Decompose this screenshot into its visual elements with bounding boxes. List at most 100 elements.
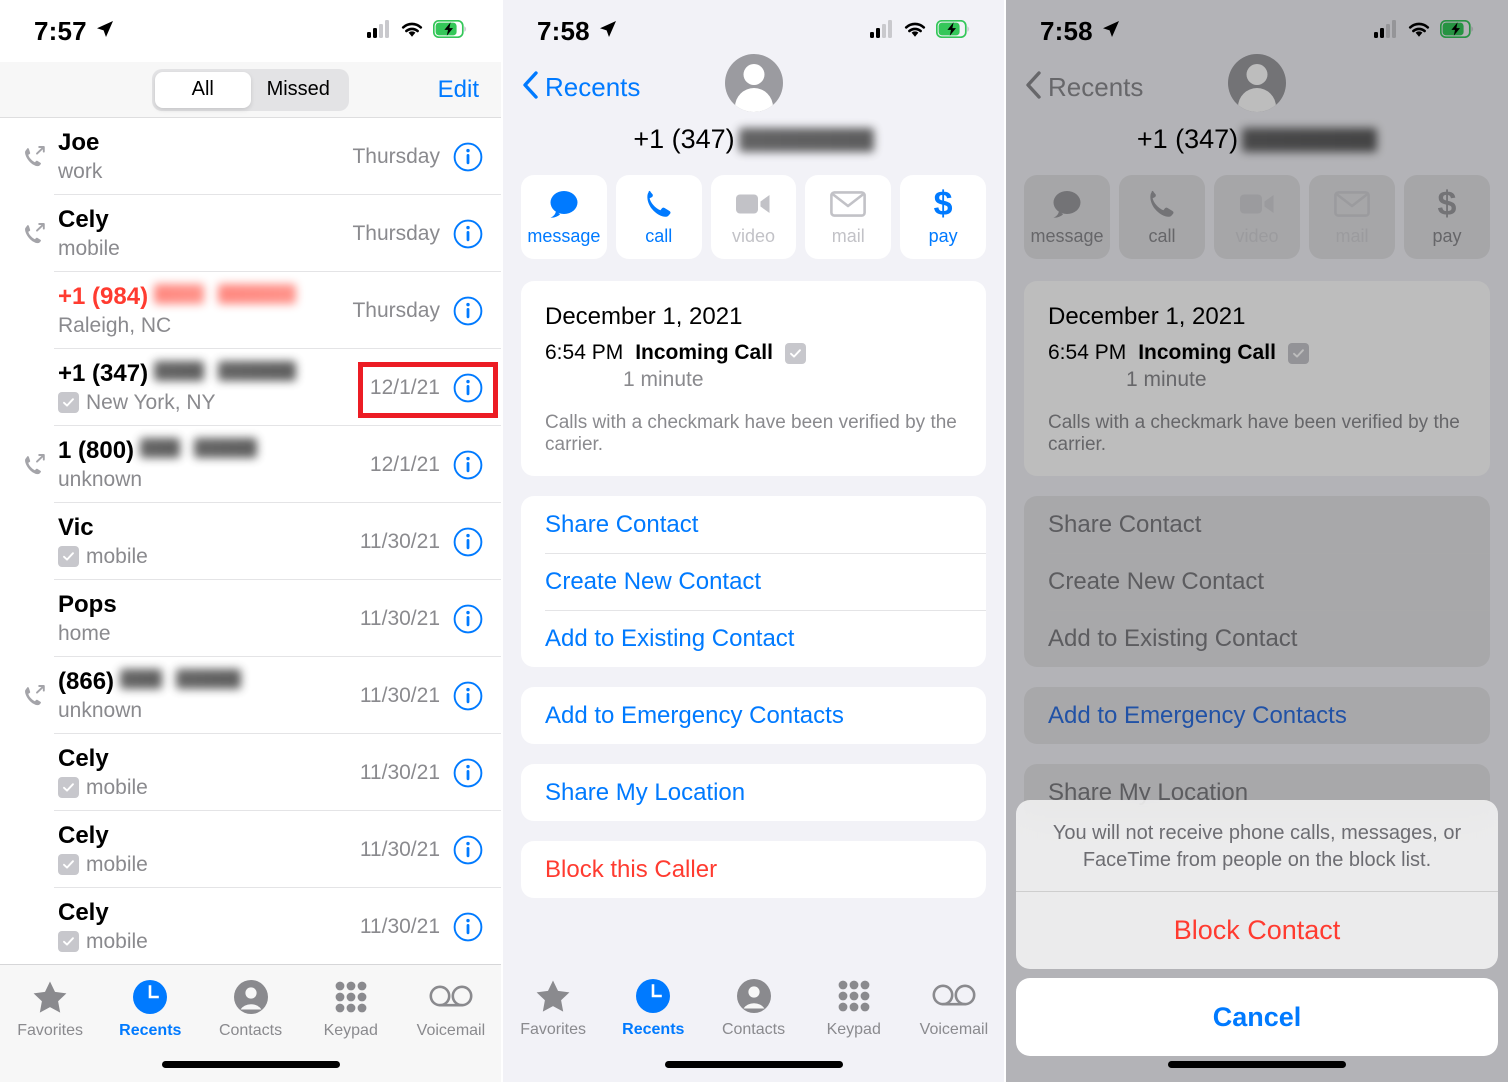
quick-action-pay[interactable]: $ pay bbox=[900, 175, 986, 259]
call-row-right: Thursday bbox=[352, 142, 483, 172]
call-row-main: Joe work bbox=[54, 129, 352, 185]
info-icon[interactable] bbox=[453, 142, 483, 172]
call-date: 11/30/21 bbox=[359, 683, 440, 707]
call-row-main: Cely mobile bbox=[54, 822, 360, 878]
info-icon[interactable] bbox=[453, 912, 483, 942]
quick-action-message[interactable]: message bbox=[521, 175, 607, 259]
tab-label: Keypad bbox=[323, 1022, 378, 1039]
action-group: Add to Emergency Contacts bbox=[521, 687, 986, 744]
tab-contacts[interactable]: Contacts bbox=[200, 978, 300, 1040]
call-list-row[interactable]: Joe work Thursday bbox=[0, 118, 501, 195]
action-row-create-new-contact[interactable]: Create New Contact bbox=[521, 553, 986, 610]
battery-charging-icon bbox=[935, 19, 970, 43]
tab-contacts[interactable]: Contacts bbox=[703, 977, 803, 1039]
nav-bar: Recents bbox=[521, 54, 986, 116]
action-group: Share My Location bbox=[521, 764, 986, 821]
tab-recents[interactable]: Recents bbox=[603, 977, 703, 1039]
caller-subtitle: unknown bbox=[58, 467, 370, 492]
home-indicator bbox=[664, 1061, 843, 1068]
info-icon[interactable] bbox=[453, 450, 483, 480]
edit-button[interactable]: Edit bbox=[438, 76, 479, 104]
tab-keypad[interactable]: Keypad bbox=[804, 977, 904, 1039]
person-circle-icon bbox=[736, 977, 772, 1015]
call-row-right: 11/30/21 bbox=[360, 758, 483, 788]
tab-recents[interactable]: Recents bbox=[100, 978, 200, 1040]
call-list-row[interactable]: Vic mobile 11/30/21 bbox=[0, 503, 501, 580]
tab-voicemail[interactable]: Voicemail bbox=[904, 977, 1004, 1039]
tab-favorites[interactable]: Favorites bbox=[503, 977, 603, 1039]
tab-voicemail[interactable]: Voicemail bbox=[401, 978, 501, 1040]
info-icon[interactable] bbox=[453, 527, 483, 557]
location-arrow-icon bbox=[95, 19, 115, 44]
action-row-add-to-emergency-contacts[interactable]: Add to Emergency Contacts bbox=[521, 687, 986, 744]
segment-all[interactable]: All bbox=[155, 71, 251, 108]
quick-action-video[interactable]: video bbox=[710, 175, 797, 259]
call-list-row[interactable]: Cely mobile Thursday bbox=[0, 195, 501, 272]
caller-name-text: Vic bbox=[58, 513, 94, 541]
caller-subtitle: New York, NY bbox=[58, 390, 370, 415]
verified-checkmark-icon bbox=[58, 546, 79, 568]
back-to-recents-button[interactable]: Recents bbox=[521, 70, 640, 105]
info-icon[interactable] bbox=[453, 758, 483, 788]
call-list-row[interactable]: Cely mobile 11/30/21 bbox=[0, 811, 501, 888]
info-icon[interactable] bbox=[453, 681, 483, 711]
quick-actions-row: message call video mail $ pay bbox=[521, 175, 986, 259]
segment-missed[interactable]: Missed bbox=[251, 72, 347, 108]
action-group: Block this Caller bbox=[521, 841, 986, 898]
block-contact-button[interactable]: Block Contact bbox=[1016, 891, 1498, 969]
action-row-block-this-caller[interactable]: Block this Caller bbox=[521, 841, 986, 898]
tab-label: Favorites bbox=[17, 1022, 83, 1039]
call-row-main: +1 (984) Raleigh, NC bbox=[54, 283, 352, 339]
tab-favorites[interactable]: Favorites bbox=[0, 978, 100, 1040]
call-list-row[interactable]: Cely mobile 11/30/21 bbox=[0, 734, 501, 811]
action-row-share-my-location[interactable]: Share My Location bbox=[521, 764, 986, 821]
quick-action-call[interactable]: call bbox=[615, 175, 702, 259]
status-bar-right bbox=[870, 19, 970, 43]
call-list-row[interactable]: Cely mobile 11/30/21 bbox=[0, 888, 501, 965]
quick-action-mail[interactable]: mail bbox=[805, 175, 892, 259]
contact-action-groups: Share Contact Create New Contact Add to Ex… bbox=[521, 496, 986, 898]
tab-label: Voicemail bbox=[919, 1021, 989, 1038]
caller-subtitle-text: unknown bbox=[58, 699, 143, 723]
redacted-number-part bbox=[154, 283, 205, 304]
info-icon[interactable] bbox=[453, 373, 483, 403]
video-camera-icon bbox=[735, 188, 771, 220]
quick-action-label: message bbox=[527, 225, 601, 246]
tab-label: Contacts bbox=[218, 1022, 283, 1039]
caller-name-text: +1 (984) bbox=[58, 282, 149, 310]
call-duration: 1 minute bbox=[623, 368, 704, 391]
action-row-share-contact[interactable]: Share Contact bbox=[521, 496, 986, 553]
tab-label: Keypad bbox=[826, 1021, 881, 1038]
chevron-left-icon bbox=[521, 70, 539, 105]
call-list-row[interactable]: Pops home 11/30/21 bbox=[0, 580, 501, 657]
info-icon[interactable] bbox=[453, 835, 483, 865]
caller-name: Pops bbox=[58, 591, 360, 619]
cellular-bars-icon bbox=[367, 19, 391, 43]
outgoing-call-icon bbox=[14, 221, 54, 247]
tab-keypad[interactable]: Keypad bbox=[301, 978, 401, 1040]
call-date: 11/30/21 bbox=[359, 837, 440, 861]
call-row-main: Vic mobile bbox=[54, 514, 360, 570]
info-icon[interactable] bbox=[453, 604, 483, 634]
caller-name-text: 1 (800) bbox=[58, 436, 135, 464]
call-row-right: 11/30/21 bbox=[360, 681, 483, 711]
caller-subtitle: home bbox=[58, 621, 360, 646]
info-icon[interactable] bbox=[453, 219, 483, 249]
call-list-row[interactable]: +1 (347) New York, NY 12/1/21 bbox=[0, 349, 501, 426]
caller-name-text: Cely bbox=[58, 744, 109, 772]
info-icon[interactable] bbox=[453, 296, 483, 326]
redacted-number-part bbox=[154, 360, 205, 381]
call-row-main: 1 (800) unknown bbox=[54, 437, 370, 493]
cancel-button[interactable]: Cancel bbox=[1016, 978, 1498, 1056]
redacted-number-part bbox=[218, 360, 297, 381]
call-line: 6:54 PM Incoming Call bbox=[545, 341, 962, 365]
action-row-add-to-existing-contact[interactable]: Add to Existing Contact bbox=[521, 610, 986, 667]
call-list-row[interactable]: +1 (984) Raleigh, NC Thursday bbox=[0, 272, 501, 349]
call-list-row[interactable]: (866) unknown 11/30/21 bbox=[0, 657, 501, 734]
outgoing-call-icon bbox=[14, 683, 54, 709]
caller-name-text: +1 (347) bbox=[58, 359, 149, 387]
status-time: 7:57 bbox=[34, 15, 87, 46]
call-list-row[interactable]: 1 (800) unknown 12/1/21 bbox=[0, 426, 501, 503]
dollar-sign-icon: $ bbox=[933, 184, 953, 223]
all-missed-segmented-control[interactable]: All Missed bbox=[152, 68, 349, 111]
